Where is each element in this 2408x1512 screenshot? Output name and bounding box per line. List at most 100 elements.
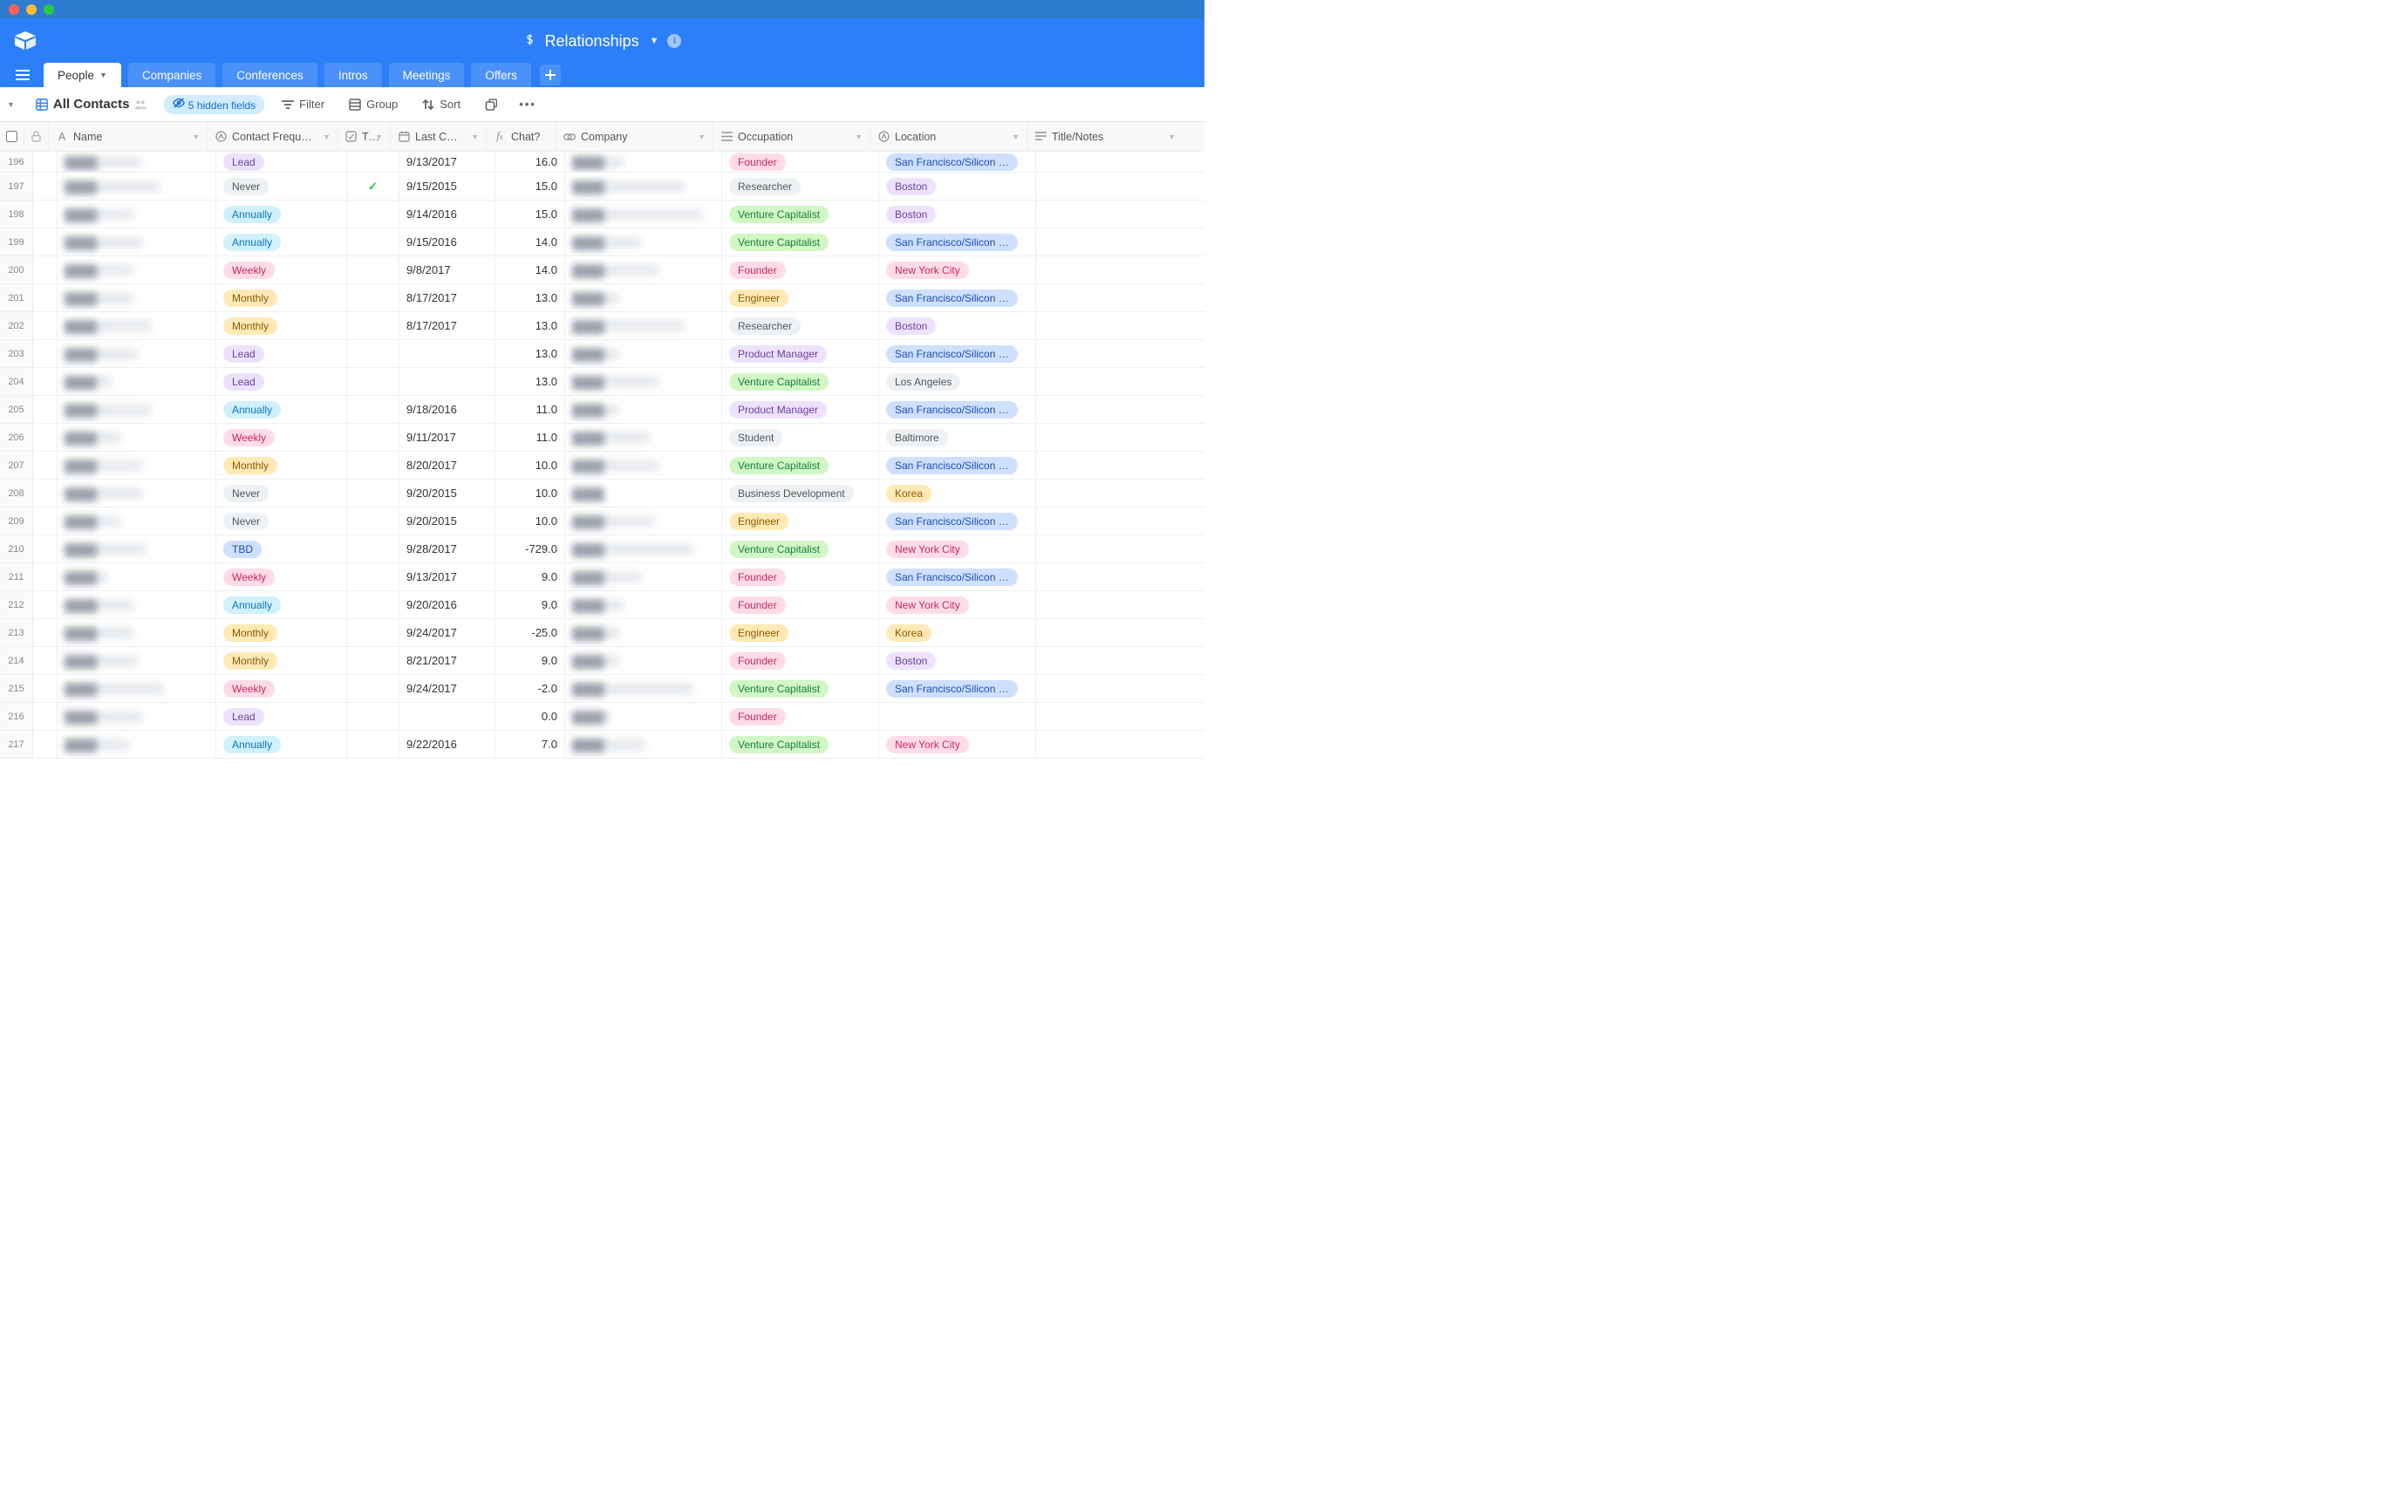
cell-t[interactable] xyxy=(347,256,399,283)
cell-occupation[interactable]: Product Manager xyxy=(722,340,879,367)
row-number[interactable]: 205 xyxy=(0,396,33,423)
table-row[interactable]: 197████Never✓9/15/201515.0████Researcher… xyxy=(0,173,1204,201)
cell-contact-frequency[interactable]: Weekly xyxy=(216,424,347,451)
table-row[interactable]: 200████Weekly9/8/201714.0████FounderNew … xyxy=(0,256,1204,284)
cell-last-contact[interactable]: 9/15/2016 xyxy=(399,228,495,255)
row-number[interactable]: 214 xyxy=(0,647,33,674)
table-row[interactable]: 203████Lead13.0████Product ManagerSan Fr… xyxy=(0,340,1204,368)
cell-chat[interactable]: 14.0 xyxy=(495,228,565,255)
cell-chat[interactable]: 0.0 xyxy=(495,703,565,730)
cell-last-contact[interactable]: 9/8/2017 xyxy=(399,256,495,283)
cell-occupation[interactable]: Venture Capitalist xyxy=(722,535,879,562)
mac-minimize-button[interactable] xyxy=(26,4,37,15)
cell-occupation[interactable]: Founder xyxy=(722,703,879,730)
cell-contact-frequency[interactable]: Lead xyxy=(216,340,347,367)
row-number[interactable]: 203 xyxy=(0,340,33,367)
cell-title-notes[interactable] xyxy=(1036,507,1191,535)
cell-last-contact[interactable]: 9/15/2015 xyxy=(399,173,495,200)
cell-location[interactable] xyxy=(879,703,1036,730)
cell-title-notes[interactable] xyxy=(1036,703,1191,730)
cell-name[interactable]: ████ xyxy=(58,591,216,618)
cell-title-notes[interactable] xyxy=(1036,535,1191,562)
table-row[interactable]: 201████Monthly8/17/201713.0████EngineerS… xyxy=(0,284,1204,312)
chevron-down-icon[interactable]: ▼ xyxy=(188,133,200,141)
cell-name[interactable]: ████ xyxy=(58,201,216,228)
cell-contact-frequency[interactable]: Monthly xyxy=(216,647,347,674)
cell-title-notes[interactable] xyxy=(1036,201,1191,228)
cell-chat[interactable]: 9.0 xyxy=(495,647,565,674)
cell-contact-frequency[interactable]: Lead xyxy=(216,368,347,395)
cell-location[interactable]: Los Angeles xyxy=(879,368,1036,395)
share-button[interactable] xyxy=(478,95,504,114)
cell-location[interactable]: San Francisco/Silicon … xyxy=(879,452,1036,479)
cell-name[interactable]: ████ xyxy=(58,228,216,255)
cell-t[interactable] xyxy=(347,201,399,228)
cell-contact-frequency[interactable]: Weekly xyxy=(216,563,347,590)
cell-chat[interactable]: 13.0 xyxy=(495,340,565,367)
cell-occupation[interactable]: Venture Capitalist xyxy=(722,368,879,395)
column-header-location[interactable]: Location▼ xyxy=(870,122,1027,151)
cell-occupation[interactable]: Venture Capitalist xyxy=(722,731,879,758)
cell-last-contact[interactable]: 9/13/2017 xyxy=(399,563,495,590)
table-row[interactable]: 202████Monthly8/17/201713.0████Researche… xyxy=(0,312,1204,340)
tab-conferences[interactable]: Conferences xyxy=(222,63,317,87)
cell-contact-frequency[interactable]: Weekly xyxy=(216,256,347,283)
cell-company[interactable]: ████ xyxy=(565,284,722,311)
cell-name[interactable]: ████ xyxy=(58,452,216,479)
cell-title-notes[interactable] xyxy=(1036,619,1191,646)
cell-name[interactable]: ████ xyxy=(58,368,216,395)
cell-chat[interactable]: 13.0 xyxy=(495,284,565,311)
cell-name[interactable]: ████ xyxy=(58,312,216,339)
cell-title-notes[interactable] xyxy=(1036,173,1191,200)
cell-contact-frequency[interactable]: Lead xyxy=(216,703,347,730)
table-row[interactable]: 205████Annually9/18/201611.0████Product … xyxy=(0,396,1204,424)
chevron-down-icon[interactable]: ▼ xyxy=(694,133,706,141)
table-row[interactable]: 208████Never9/20/201510.0████Business De… xyxy=(0,480,1204,507)
cell-chat[interactable]: 11.0 xyxy=(495,396,565,423)
row-number[interactable]: 199 xyxy=(0,228,33,255)
chevron-down-icon[interactable]: ▼ xyxy=(1008,133,1020,141)
cell-occupation[interactable]: Venture Capitalist xyxy=(722,228,879,255)
cell-name[interactable]: ████ xyxy=(58,424,216,451)
cell-location[interactable]: San Francisco/Silicon … xyxy=(879,152,1036,172)
tab-meetings[interactable]: Meetings xyxy=(389,63,465,87)
cell-chat[interactable]: 10.0 xyxy=(495,480,565,507)
cell-chat[interactable]: 15.0 xyxy=(495,173,565,200)
cell-chat[interactable]: 14.0 xyxy=(495,256,565,283)
table-row[interactable]: 199████Annually9/15/201614.0████Venture … xyxy=(0,228,1204,256)
cell-occupation[interactable]: Founder xyxy=(722,256,879,283)
cell-name[interactable]: ████ xyxy=(58,173,216,200)
table-row[interactable]: 217████Annually9/22/20167.0████Venture C… xyxy=(0,731,1204,759)
cell-company[interactable]: ████ xyxy=(565,647,722,674)
cell-name[interactable]: ████ xyxy=(58,535,216,562)
column-header-name[interactable]: AName▼ xyxy=(49,122,208,151)
cell-contact-frequency[interactable]: Never xyxy=(216,507,347,535)
cell-location[interactable]: San Francisco/Silicon … xyxy=(879,228,1036,255)
cell-title-notes[interactable] xyxy=(1036,647,1191,674)
cell-title-notes[interactable] xyxy=(1036,396,1191,423)
cell-occupation[interactable]: Engineer xyxy=(722,284,879,311)
cell-t[interactable] xyxy=(347,312,399,339)
cell-t[interactable] xyxy=(347,424,399,451)
more-button[interactable]: ••• xyxy=(515,95,541,114)
cell-last-contact[interactable] xyxy=(399,340,495,367)
row-number[interactable]: 201 xyxy=(0,284,33,311)
cell-t[interactable] xyxy=(347,452,399,479)
cell-contact-frequency[interactable]: Annually xyxy=(216,591,347,618)
mac-zoom-button[interactable] xyxy=(44,4,54,15)
cell-name[interactable]: ████ xyxy=(58,256,216,283)
cell-t[interactable] xyxy=(347,535,399,562)
cell-chat[interactable]: -729.0 xyxy=(495,535,565,562)
cell-company[interactable]: ████ xyxy=(565,535,722,562)
row-number[interactable]: 200 xyxy=(0,256,33,283)
table-row[interactable]: 215████Weekly9/24/2017-2.0████Venture Ca… xyxy=(0,675,1204,703)
cell-company[interactable]: ████ xyxy=(565,731,722,758)
cell-last-contact[interactable]: 9/13/2017 xyxy=(399,152,495,172)
hamburger-button[interactable] xyxy=(9,63,37,87)
cell-last-contact[interactable]: 8/21/2017 xyxy=(399,647,495,674)
row-number[interactable]: 217 xyxy=(0,731,33,758)
row-number[interactable]: 202 xyxy=(0,312,33,339)
cell-location[interactable]: Boston xyxy=(879,312,1036,339)
cell-last-contact[interactable] xyxy=(399,368,495,395)
cell-contact-frequency[interactable]: Never xyxy=(216,173,347,200)
